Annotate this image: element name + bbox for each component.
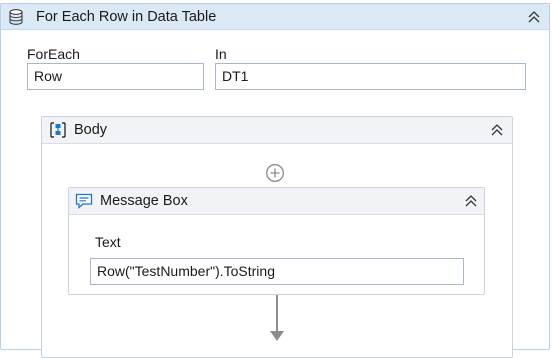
foreach-variable-field[interactable]: Row <box>27 63 204 90</box>
sequence-icon <box>50 122 66 138</box>
body-title: Body <box>74 122 108 138</box>
collapse-body-button[interactable] <box>488 121 506 139</box>
in-datatable-field[interactable]: DT1 <box>215 63 526 90</box>
in-label: In <box>215 46 227 62</box>
flow-connector-line <box>276 295 278 335</box>
database-icon <box>9 9 23 25</box>
for-each-row-title: For Each Row in Data Table <box>36 9 217 25</box>
add-activity-icon[interactable] <box>265 163 285 183</box>
foreach-label: ForEach <box>27 46 80 62</box>
message-text-field[interactable]: Row("TestNumber").ToString <box>90 258 464 285</box>
chevron-double-up-icon <box>465 195 477 207</box>
body-header[interactable]: Body <box>42 117 512 144</box>
for-each-row-header[interactable]: For Each Row in Data Table <box>1 4 549 30</box>
flow-arrow-icon <box>270 331 284 341</box>
text-label: Text <box>95 234 121 250</box>
message-box-title: Message Box <box>100 193 188 209</box>
message-box-header[interactable]: Message Box <box>69 188 484 215</box>
chevron-double-up-icon <box>491 124 503 136</box>
message-box-activity[interactable]: Message Box Text Row("TestNumber").ToStr… <box>68 187 485 295</box>
chevron-double-up-icon <box>528 11 540 23</box>
collapse-message-box-button[interactable] <box>462 192 480 210</box>
message-box-icon <box>75 193 93 209</box>
collapse-for-each-button[interactable] <box>525 8 543 26</box>
